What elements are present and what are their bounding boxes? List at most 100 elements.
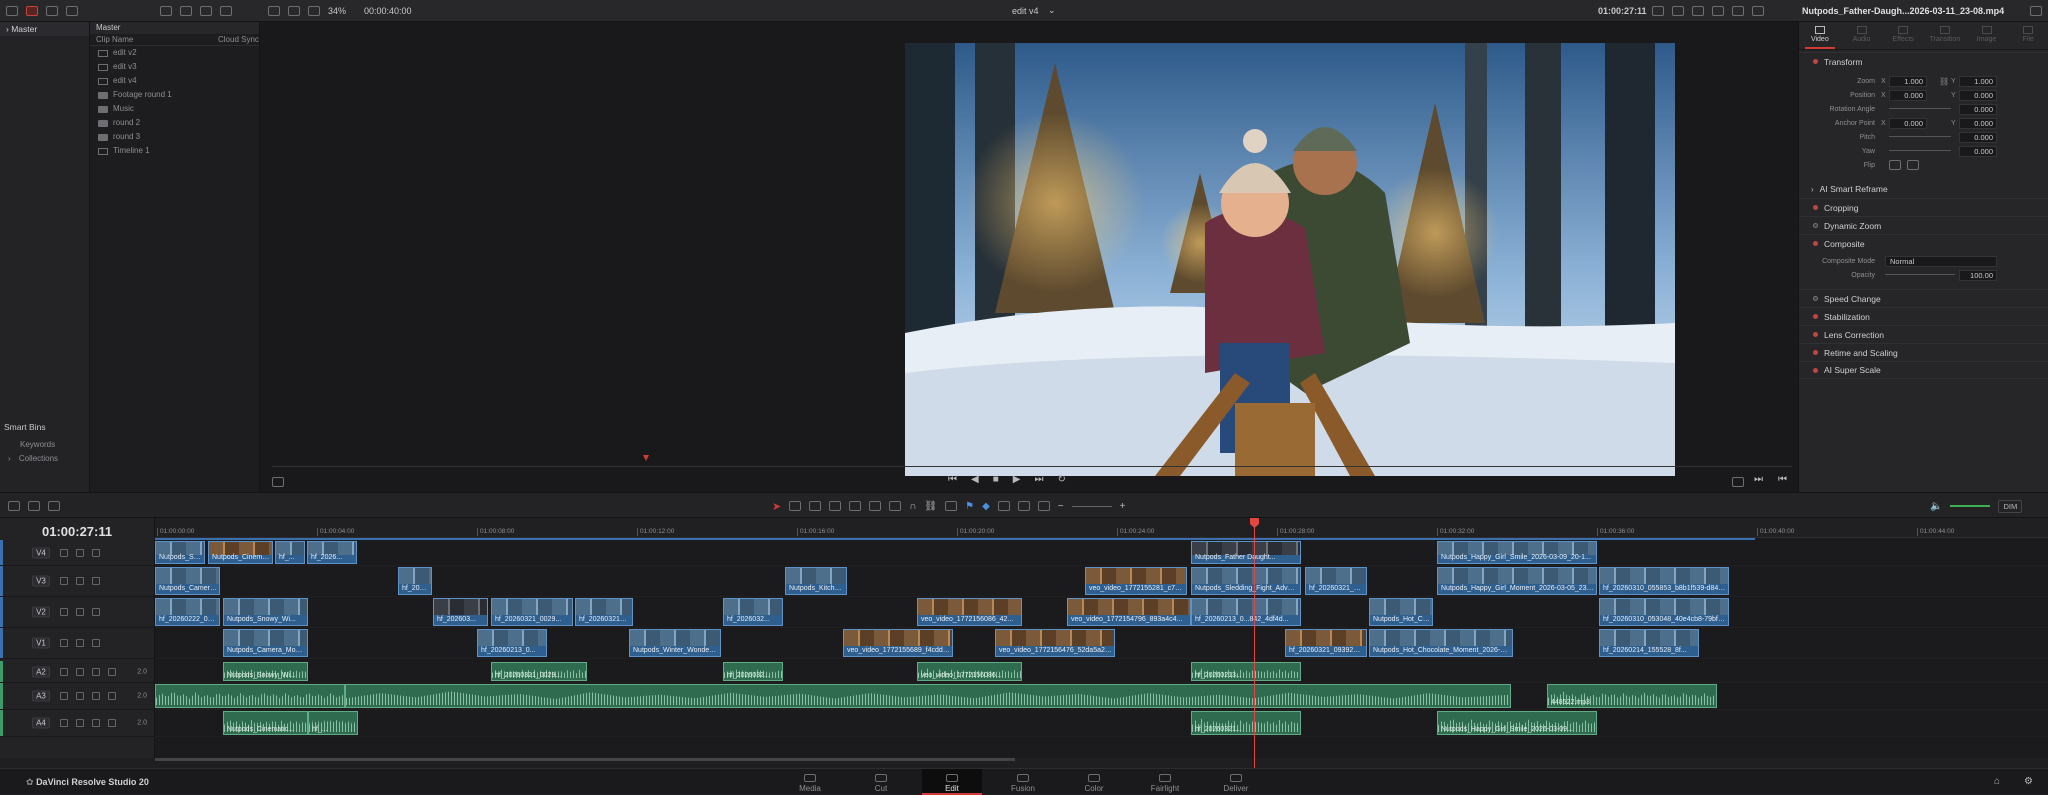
clip-icon[interactable]	[46, 6, 58, 16]
video-clip[interactable]: hf_...	[275, 541, 305, 564]
track-name[interactable]: V4	[32, 547, 50, 558]
auto-select-icon[interactable]	[76, 639, 84, 647]
viewer-layout-icon[interactable]	[268, 6, 280, 16]
zoom-in-icon[interactable]: +	[1120, 501, 1126, 512]
auto-select-icon[interactable]	[76, 719, 84, 727]
page-tab-deliver[interactable]: Deliver	[1206, 769, 1266, 795]
video-clip[interactable]: hf_202603...	[433, 598, 488, 626]
prev-clip-icon[interactable]: ⏮	[1778, 474, 1787, 485]
trim-tool-icon[interactable]	[789, 501, 802, 511]
timeline-ruler[interactable]: 01:00:00:00 01:00:04:00 01:00:08:00 01:00:1…	[155, 518, 2048, 538]
lock-icon[interactable]	[60, 608, 68, 616]
settings-gear-icon[interactable]: ⚙	[2024, 776, 2033, 787]
list-view-icon[interactable]	[160, 6, 172, 16]
viewer-frame[interactable]	[905, 43, 1675, 476]
ai-super-scale-section[interactable]: AI Super Scale	[1799, 361, 2048, 379]
track-lane-v1[interactable]: Nutpods_Camera_Move... hf_20260213_0... Nu…	[155, 628, 2048, 659]
video-clip[interactable]: veo_video_1772156476_52da5a2eba...	[995, 629, 1115, 657]
yaw-field[interactable]: 0.000	[1959, 145, 1997, 157]
bin-folder[interactable]: Footage round 1	[90, 88, 259, 102]
video-clip[interactable]: veo_video_1772156086_42...	[917, 598, 1022, 626]
video-clip[interactable]: hf_20260310_055853_b8b1f539-d847-4...	[1599, 567, 1729, 595]
scrubber-playhead[interactable]	[643, 455, 649, 461]
zoom-slider[interactable]	[1071, 505, 1112, 507]
track-lane-a2[interactable]: Nutpods_Snowy_Wi... hf_20260321_0029... hf…	[155, 661, 2048, 683]
track-name[interactable]: A3	[32, 690, 50, 702]
safe-area-icon[interactable]	[1652, 6, 1664, 16]
layout-icon[interactable]	[8, 501, 20, 511]
speed-change-enable-icon[interactable]	[1813, 296, 1818, 301]
position-y-field[interactable]: 0.000	[1959, 89, 1997, 101]
zoom-full-icon[interactable]	[997, 501, 1010, 511]
transform-overlay-icon[interactable]	[1692, 6, 1704, 16]
video-clip[interactable]: Nutpods_Cinematic...	[208, 541, 273, 564]
audio-meter-icon[interactable]	[1732, 6, 1744, 16]
timeline-scrollbar[interactable]	[155, 758, 1015, 761]
video-clip[interactable]: veo_video_1772155689_f4cddd...	[843, 629, 953, 657]
anchor-y-field[interactable]: 0.000	[1959, 117, 1997, 129]
inspector-options-icon[interactable]	[2030, 6, 2042, 16]
audio-clip[interactable]: 448522.mp3	[1547, 684, 1717, 708]
composite-enable-icon[interactable]	[1813, 241, 1818, 246]
page-tab-color[interactable]: Color	[1064, 769, 1124, 795]
track-name[interactable]: V3	[32, 575, 50, 587]
record-timecode[interactable]: 01:00:27:11	[1598, 6, 1647, 16]
opacity-field[interactable]: 100.00	[1959, 269, 1997, 281]
viewer-mode-icon[interactable]	[288, 6, 300, 16]
lock-icon[interactable]	[60, 548, 68, 557]
track-header-a3[interactable]: A3 2.0	[0, 683, 155, 710]
audio-clip[interactable]: hf_20260213...	[1191, 662, 1301, 681]
viewer-transform-icon[interactable]	[272, 477, 284, 487]
timeline-tracks[interactable]: 01:00:00:00 01:00:04:00 01:00:08:00 01:00:1…	[155, 518, 2048, 761]
video-clip[interactable]: hf_2026032...	[723, 598, 783, 626]
video-clip[interactable]: Nutpods_Winter_Wonderla...	[629, 629, 721, 657]
zoom-out-icon[interactable]: −	[1058, 501, 1064, 512]
tab-file[interactable]: File	[2007, 22, 2048, 49]
cropping-enable-icon[interactable]	[1813, 205, 1818, 210]
lock-icon[interactable]	[945, 501, 958, 511]
timeline-view-icon[interactable]	[28, 501, 40, 511]
track-header-a2[interactable]: A2 2.0	[0, 661, 155, 683]
bin-timeline[interactable]: edit v2	[90, 46, 259, 60]
track-header-v1[interactable]: V1	[0, 628, 155, 659]
volume-slider[interactable]	[1950, 505, 1991, 507]
bin-folder[interactable]: Music	[90, 102, 259, 116]
bin-timeline[interactable]: Timeline 1	[90, 144, 259, 158]
solo-icon[interactable]	[92, 692, 100, 700]
flip-horizontal-icon[interactable]	[1889, 160, 1901, 170]
loop-icon[interactable]: ↻	[1057, 474, 1065, 485]
tab-effects[interactable]: Effects	[1882, 22, 1924, 49]
zoom-x-field[interactable]: 1.000	[1889, 75, 1927, 87]
mute-icon[interactable]	[108, 692, 116, 700]
audio-clip[interactable]: hf_2026032...	[723, 662, 783, 681]
home-icon[interactable]: ⌂	[1994, 776, 2000, 787]
ai-super-scale-enable-icon[interactable]	[1813, 367, 1818, 373]
audio-clip[interactable]: hf_20260321_0029...	[491, 662, 587, 681]
lens-correction-section[interactable]: Lens Correction	[1799, 325, 2048, 343]
auto-select-icon[interactable]	[76, 548, 84, 557]
visibility-icon[interactable]	[92, 577, 100, 585]
replace-clip-icon[interactable]	[889, 501, 902, 511]
lock-icon[interactable]	[60, 692, 68, 700]
video-clip[interactable]: hf_20260321_094...	[1305, 567, 1367, 595]
video-clip[interactable]: Nutpods_Camera_...	[155, 567, 220, 595]
visibility-icon[interactable]	[92, 608, 100, 616]
track-lane-v2[interactable]: hf_20260222_0158... Nutpods_Snowy_Wi... hf…	[155, 597, 2048, 628]
tab-video[interactable]: Video	[1799, 22, 1841, 49]
zoom-detail-icon[interactable]	[1017, 501, 1030, 511]
video-clip[interactable]: hf_20260321_0029...	[491, 598, 573, 626]
viewer-options-icon[interactable]	[1672, 6, 1684, 16]
col-clip-name[interactable]: Clip Name	[96, 35, 133, 44]
timeline-playhead[interactable]	[1254, 522, 1255, 768]
zoom-level[interactable]: 34%	[328, 6, 346, 16]
dynamic-trim-icon[interactable]	[809, 501, 822, 511]
scrubber-track[interactable]	[272, 466, 1792, 467]
play-icon[interactable]: ▶	[1013, 474, 1021, 485]
scopes-icon[interactable]	[1712, 6, 1724, 16]
track-name[interactable]: V2	[32, 606, 50, 618]
video-clip[interactable]: hf_20260213_0...842_4df4d...	[1191, 598, 1301, 626]
lock-icon[interactable]	[60, 639, 68, 647]
tab-audio[interactable]: Audio	[1841, 22, 1883, 49]
tab-transition[interactable]: Transition	[1924, 22, 1966, 49]
video-clip[interactable]: hf_20260214_155528_8f...	[1599, 629, 1699, 657]
